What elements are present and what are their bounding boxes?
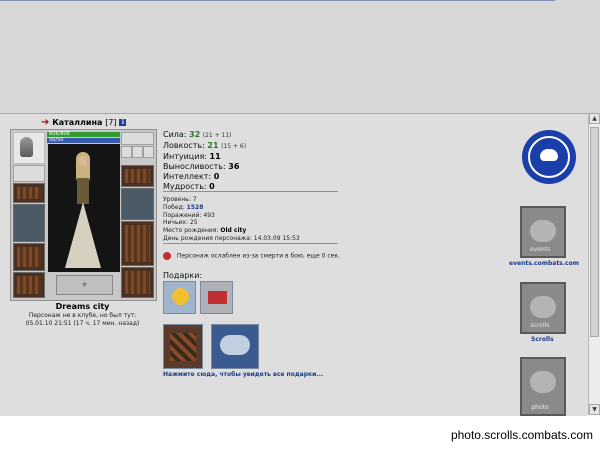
stat-intellect: Интеллект: 0 bbox=[163, 172, 220, 181]
scroll-thumb[interactable] bbox=[590, 127, 599, 337]
amulet-slot[interactable] bbox=[13, 165, 45, 182]
emblem-image: ⚜ bbox=[56, 275, 113, 295]
stat-strength: Сила: 32 (21 + 11) bbox=[163, 130, 232, 139]
club-note-line2: 05.01.10 21:51 (17 ч. 17 мин. назад) bbox=[25, 320, 140, 327]
divider-1 bbox=[163, 191, 338, 192]
red-arrow-icon: ➜ bbox=[41, 117, 50, 128]
weapon-slot[interactable] bbox=[13, 204, 45, 242]
gift-card-2[interactable] bbox=[211, 324, 259, 369]
gifts-title: Подарки: bbox=[163, 271, 203, 280]
portrait-face bbox=[79, 156, 87, 166]
events-banner[interactable]: events bbox=[520, 206, 566, 258]
stat-intuition: Интуиция: 11 bbox=[163, 152, 221, 161]
scrolls-banner[interactable]: scrolls bbox=[520, 282, 566, 334]
gift-card-1[interactable] bbox=[163, 324, 203, 369]
character-level: [7] bbox=[105, 118, 117, 127]
armor-slot[interactable] bbox=[13, 243, 45, 271]
vertical-scrollbar[interactable]: ▲ ▼ bbox=[588, 113, 600, 415]
shield-slot[interactable] bbox=[121, 188, 154, 220]
weakened-status: Персонаж ослаблен из-за смерти в бою, ещ… bbox=[163, 252, 340, 260]
character-equipment-box: 806/806 50/50 ⚜ bbox=[10, 129, 157, 301]
info-birthplace: Место рождения: Old city bbox=[163, 227, 247, 235]
info-losses: Поражений: 493 bbox=[163, 211, 215, 219]
weakened-status-icon bbox=[163, 252, 171, 260]
scroll-down-button[interactable]: ▼ bbox=[589, 404, 600, 415]
watermark: photo.scrolls.combats.com bbox=[450, 428, 593, 442]
stats-list: Сила: 32 (21 + 11) Ловкость: 21 (15 + 6)… bbox=[163, 130, 246, 192]
scrolls-banner-text: scrolls bbox=[530, 322, 550, 329]
character-info: Уровень: 7 Побед: 1528 Поражений: 493 Ни… bbox=[163, 196, 300, 243]
character-name[interactable]: Каталлина bbox=[52, 118, 102, 127]
leggings-slot[interactable] bbox=[121, 221, 154, 266]
combats-logo-icon[interactable] bbox=[522, 130, 576, 184]
character-name-row: ➜ Каталлина [7] i bbox=[41, 117, 127, 128]
portrait-dress bbox=[65, 202, 101, 268]
info-icon[interactable]: i bbox=[119, 119, 127, 126]
helmet-slot[interactable] bbox=[13, 132, 45, 164]
photo-banner-text: photo bbox=[531, 404, 549, 411]
portrait-body bbox=[77, 178, 89, 204]
character-portrait bbox=[48, 144, 120, 272]
gloves-slot[interactable] bbox=[121, 165, 154, 187]
club-name: Dreams city bbox=[55, 302, 110, 311]
info-wins: Побед: 1528 bbox=[163, 203, 204, 211]
top-area bbox=[0, 0, 600, 113]
earring-slot[interactable] bbox=[121, 132, 154, 145]
stat-agility: Ловкость: 21 (15 + 6) bbox=[163, 141, 247, 150]
weakened-status-text: Персонаж ослаблен из-за смерти в бою, ещ… bbox=[176, 252, 340, 260]
ring-slot-2[interactable] bbox=[132, 146, 143, 158]
top-divider bbox=[0, 0, 555, 1]
ring-slot-3[interactable] bbox=[143, 146, 154, 158]
footer: photo.scrolls.combats.com bbox=[0, 416, 600, 450]
show-all-gifts-link[interactable]: Нажмите сюда, чтобы увидеть все подарки.… bbox=[163, 371, 323, 378]
info-draws: Ничьих: 25 bbox=[163, 219, 198, 227]
bracer-slot[interactable] bbox=[13, 183, 45, 203]
club-note-line1: Персонаж не в клубе, но был тут: bbox=[28, 312, 137, 319]
gift-smiley[interactable] bbox=[163, 281, 196, 314]
scrolls-link[interactable]: Scrolls bbox=[531, 336, 554, 343]
divider-2 bbox=[163, 243, 338, 244]
scroll-up-button[interactable]: ▲ bbox=[589, 113, 600, 124]
stat-endurance: Выносливость: 36 bbox=[163, 162, 240, 171]
events-link[interactable]: events.combats.com bbox=[509, 260, 579, 267]
logo-crab-emblem bbox=[528, 136, 570, 178]
photo-banner[interactable]: photo bbox=[520, 357, 566, 416]
ring-slot-1[interactable] bbox=[121, 146, 132, 158]
boots-slot[interactable] bbox=[121, 267, 154, 298]
character-info-panel: ➜ Каталлина [7] i 806/806 50/50 ⚜ Dreams… bbox=[0, 113, 588, 417]
gift-sweets[interactable] bbox=[200, 281, 233, 314]
belt-slot[interactable] bbox=[13, 272, 45, 298]
events-banner-text: events bbox=[529, 246, 551, 253]
info-birthday: День рождения персонажа: 14.03.09 15:53 bbox=[163, 234, 300, 242]
info-level: Уровень: 7 bbox=[163, 196, 197, 203]
mana-bar: 50/50 bbox=[47, 138, 120, 143]
